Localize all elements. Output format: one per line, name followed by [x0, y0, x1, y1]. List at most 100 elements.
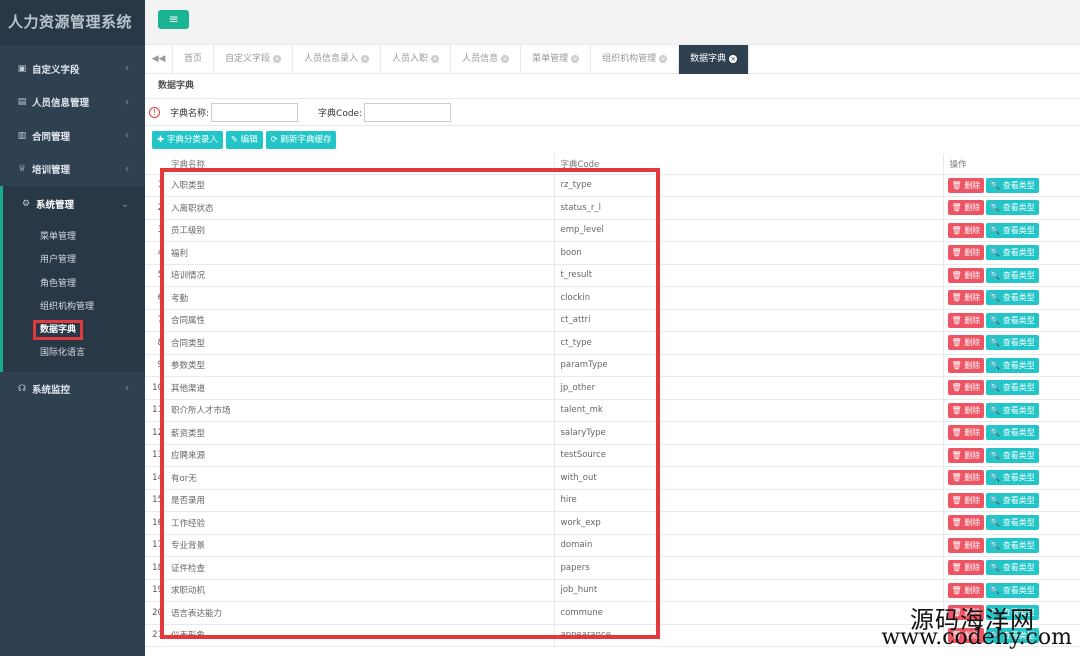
delete-button[interactable]: 🗑 删除 — [947, 447, 985, 463]
delete-button[interactable]: 🗑 删除 — [947, 425, 985, 441]
close-icon[interactable]: × — [361, 54, 370, 63]
view-type-button[interactable]: 🔍 查看类型 — [986, 357, 1039, 373]
close-icon[interactable]: × — [273, 54, 282, 63]
table-row[interactable]: 4 福利 boon 🗑 删除 🔍 查看类型 — [145, 241, 1080, 265]
delete-button[interactable]: 🗑 删除 — [947, 560, 985, 576]
refresh-cache-button[interactable]: ⟳ 刷新字典缓存 — [265, 131, 337, 149]
actions-cell: 🗑 删除 🔍 查看类型 — [943, 579, 1080, 602]
sidebar-item-system[interactable]: ⚙ 系统管理 ⌄ — [0, 186, 145, 222]
submenu-item[interactable]: 角色管理 — [3, 273, 145, 296]
sidebar-item-custom-fields[interactable]: ▣ 自定义字段 ‹ — [0, 52, 145, 86]
view-type-button[interactable]: 🔍 查看类型 — [986, 267, 1039, 283]
table-row[interactable]: 10 其他渠道 jp_other 🗑 删除 🔍 查看类型 — [145, 376, 1080, 400]
tab-item[interactable]: 人员信息录入 × — [293, 45, 382, 74]
dict-code-input[interactable] — [364, 102, 452, 122]
close-icon[interactable]: × — [659, 54, 668, 63]
table-row[interactable]: 2 入离职状态 status_r_l 🗑 删除 🔍 查看类型 — [145, 196, 1080, 220]
scroll-left-icon[interactable]: ◀◀ — [145, 45, 173, 74]
close-icon[interactable]: × — [431, 54, 440, 63]
dict-table: 字典名称 字典Code 操作 1 入职类型 rz_type 🗑 删除 🔍 查看类型 2 入离… — [145, 154, 1080, 647]
actions-cell: 🗑 删除 🔍 查看类型 — [943, 511, 1080, 535]
table-row[interactable]: 17 专业背景 domain 🗑 删除 🔍 查看类型 — [145, 534, 1080, 557]
table-row[interactable]: 1 入职类型 rz_type 🗑 删除 🔍 查看类型 — [145, 174, 1080, 197]
tab-item[interactable]: 组织机构管理 × — [591, 45, 680, 74]
table-row[interactable]: 3 员工级别 emp_level 🗑 删除 🔍 查看类型 — [145, 219, 1080, 242]
view-type-button[interactable]: 🔍 查看类型 — [986, 492, 1039, 508]
view-type-button[interactable]: 🔍 查看类型 — [986, 470, 1039, 486]
tab-item[interactable]: 自定义字段 × — [214, 45, 294, 74]
tab-item[interactable]: 首页 — [173, 45, 215, 74]
table-row[interactable]: 9 参数类型 paramType 🗑 删除 🔍 查看类型 — [145, 354, 1080, 377]
view-type-button[interactable]: 🔍 查看类型 — [986, 402, 1039, 418]
menu-toggle-button[interactable]: ≡ — [158, 10, 189, 29]
dict-code-cell: testSource — [554, 444, 944, 467]
submenu-item[interactable]: 用户管理 — [3, 249, 145, 272]
delete-button[interactable]: 🗑 删除 — [947, 290, 985, 306]
delete-button[interactable]: 🗑 删除 — [947, 335, 985, 351]
submenu-item[interactable]: 组织机构管理 — [3, 296, 145, 319]
add-dict-category-button[interactable]: ✚ 字典分类录入 — [152, 131, 223, 149]
submenu-item[interactable]: 菜单管理 — [3, 226, 145, 249]
tab-item[interactable]: 人员信息 × — [451, 45, 522, 74]
view-type-button[interactable]: 🔍 查看类型 — [986, 177, 1039, 193]
dict-code-cell: job_hunt — [554, 579, 944, 602]
view-type-button[interactable]: 🔍 查看类型 — [986, 380, 1039, 396]
view-type-button[interactable]: 🔍 查看类型 — [986, 560, 1039, 576]
sidebar-item-personnel-info[interactable]: ▤ 人员信息管理 ‹ — [0, 86, 145, 120]
tab-item[interactable]: 菜单管理 × — [521, 45, 592, 74]
delete-button[interactable]: 🗑 删除 — [947, 357, 985, 373]
table-row[interactable]: 5 培训情况 t_result 🗑 删除 🔍 查看类型 — [145, 264, 1080, 287]
row-index: 7 — [145, 309, 165, 332]
view-type-button[interactable]: 🔍 查看类型 — [986, 515, 1039, 531]
tab-item[interactable]: 人员入职 × — [381, 45, 452, 74]
delete-button[interactable]: 🗑 删除 — [947, 470, 985, 486]
view-type-button[interactable]: 🔍 查看类型 — [986, 290, 1039, 306]
delete-button[interactable]: 🗑 删除 — [947, 492, 985, 508]
headphones-icon: ☊ — [18, 383, 26, 394]
close-icon[interactable]: × — [501, 54, 510, 63]
table-row[interactable]: 11 职介所人才市场 talent_mk 🗑 删除 🔍 查看类型 — [145, 399, 1080, 422]
view-type-button[interactable]: 🔍 查看类型 — [986, 222, 1039, 238]
table-row[interactable]: 7 合同属性 ct_attri 🗑 删除 🔍 查看类型 — [145, 309, 1080, 332]
view-type-button[interactable]: 🔍 查看类型 — [986, 245, 1039, 261]
delete-button[interactable]: 🗑 删除 — [947, 312, 985, 328]
view-type-button[interactable]: 🔍 查看类型 — [986, 312, 1039, 328]
table-row[interactable]: 15 是否录用 hire 🗑 删除 🔍 查看类型 — [145, 489, 1080, 512]
delete-button[interactable]: 🗑 删除 — [947, 582, 985, 598]
table-row[interactable]: 16 工作经验 work_exp 🗑 删除 🔍 查看类型 — [145, 511, 1080, 535]
delete-button[interactable]: 🗑 删除 — [947, 267, 985, 283]
view-type-button[interactable]: 🔍 查看类型 — [986, 582, 1039, 598]
close-icon[interactable]: × — [729, 54, 738, 63]
submenu-item[interactable]: 国际化语言 — [3, 342, 145, 365]
delete-button[interactable]: 🗑 删除 — [947, 537, 985, 553]
close-icon[interactable]: × — [571, 54, 580, 63]
table-row[interactable]: 6 考勤 clockin 🗑 删除 🔍 查看类型 — [145, 286, 1080, 310]
delete-button[interactable]: 🗑 删除 — [947, 245, 985, 261]
table-row[interactable]: 8 合同类型 ct_type 🗑 删除 🔍 查看类型 — [145, 331, 1080, 355]
view-type-button[interactable]: 🔍 查看类型 — [986, 425, 1039, 441]
edit-button[interactable]: ✎ 编辑 — [225, 131, 263, 149]
table-row[interactable]: 13 应聘来源 testSource 🗑 删除 🔍 查看类型 — [145, 444, 1080, 467]
view-type-button[interactable]: 🔍 查看类型 — [986, 447, 1039, 463]
dict-name-input[interactable] — [211, 102, 299, 122]
table-row[interactable]: 19 求职动机 job_hunt 🗑 删除 🔍 查看类型 — [145, 579, 1080, 602]
table-row[interactable]: 14 有or无 with_out 🗑 删除 🔍 查看类型 — [145, 466, 1080, 490]
delete-button[interactable]: 🗑 删除 — [947, 402, 985, 418]
submenu-item[interactable]: 数据字典 — [3, 319, 145, 342]
submenu-item-label: 用户管理 — [40, 255, 77, 266]
delete-button[interactable]: 🗑 删除 — [947, 222, 985, 238]
view-type-button[interactable]: 🔍 查看类型 — [986, 537, 1039, 553]
delete-button[interactable]: 🗑 删除 — [947, 515, 985, 531]
tab-item[interactable]: 数据字典 × — [679, 45, 750, 74]
delete-button[interactable]: 🗑 删除 — [947, 200, 985, 216]
sidebar-item-training[interactable]: ♕ 培训管理 ‹ — [0, 153, 145, 187]
table-row[interactable]: 12 薪资类型 salaryType 🗑 删除 🔍 查看类型 — [145, 421, 1080, 445]
actions-cell: 🗑 删除 🔍 查看类型 — [943, 174, 1080, 197]
sidebar-item-monitor[interactable]: ☊ 系统监控 ‹ — [0, 372, 145, 406]
delete-button[interactable]: 🗑 删除 — [947, 380, 985, 396]
table-row[interactable]: 18 证件检查 papers 🗑 删除 🔍 查看类型 — [145, 556, 1080, 580]
view-type-button[interactable]: 🔍 查看类型 — [986, 335, 1039, 351]
view-type-button[interactable]: 🔍 查看类型 — [986, 200, 1039, 216]
delete-button[interactable]: 🗑 删除 — [947, 177, 985, 193]
sidebar-item-contract[interactable]: ▥ 合同管理 ‹ — [0, 119, 145, 153]
